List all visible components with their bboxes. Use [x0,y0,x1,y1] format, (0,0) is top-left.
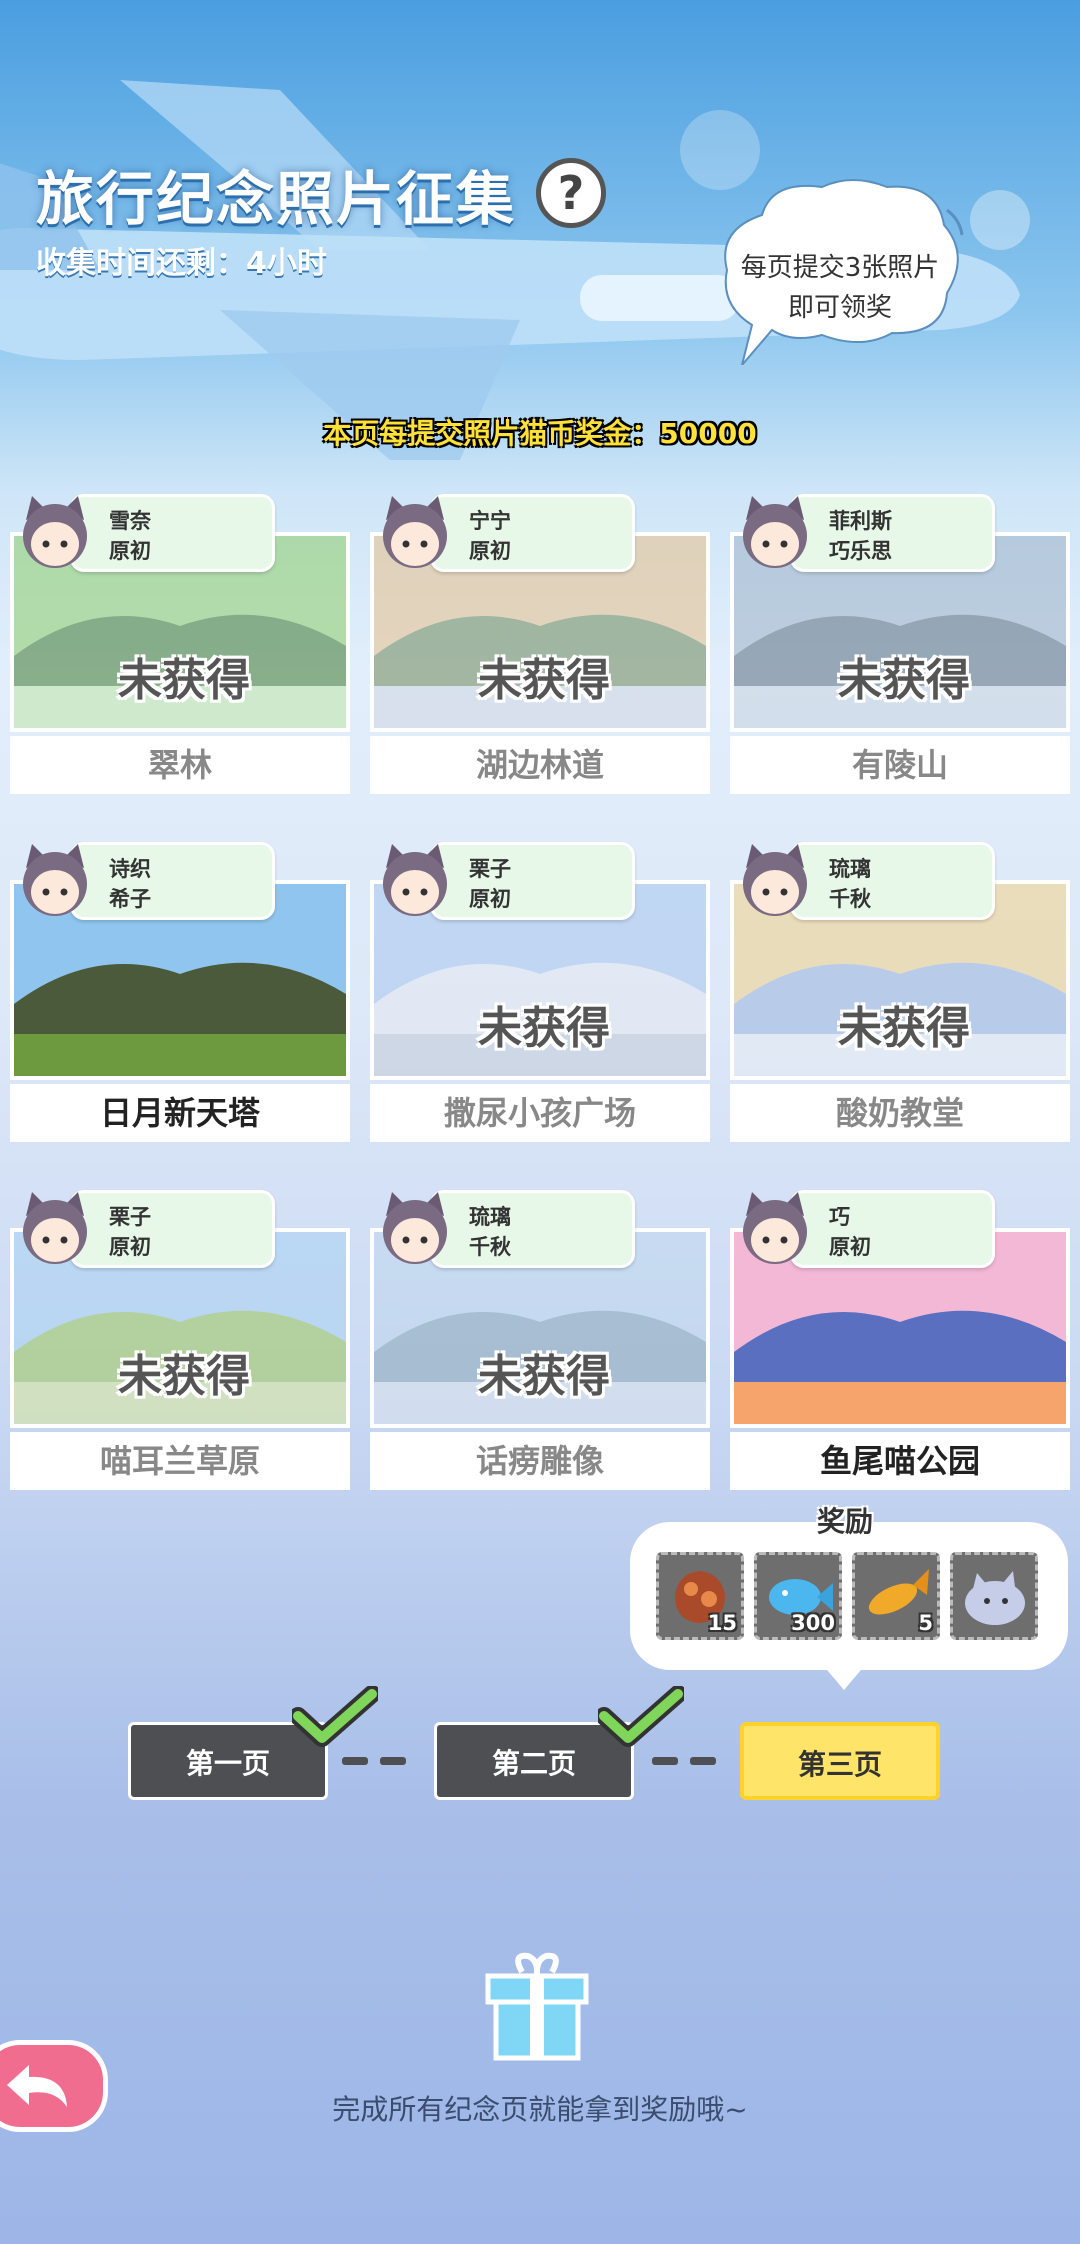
photo-card[interactable]: 未获得 环球 距离:400 酸奶教堂 琉璃 千秋 [730,842,1070,1142]
footer-hint: 完成所有纪念页就能拿到奖励哦~ [332,2093,748,2126]
page-connector [342,1757,368,1765]
character-name: 诗织 [109,857,151,881]
photo-card[interactable]: 未获得 华夏 距离:660 湖边林道 宁宁 原初 [370,494,710,794]
location-name: 有陵山 [730,736,1070,794]
character-subname: 千秋 [469,1235,511,1259]
page-connector [380,1757,406,1765]
character-tag: 栗子 原初 [70,1190,275,1268]
character-tag: 诗织 希子 [70,842,275,920]
character-avatar [23,1192,87,1264]
reward-count: 300 [791,1611,835,1635]
cat-plush-icon [965,1571,1025,1625]
location-name: 鱼尾喵公园 [730,1432,1070,1490]
character-name: 琉璃 [829,857,871,881]
reward-count: 5 [918,1611,933,1635]
character-avatar [23,844,87,916]
photo-card[interactable]: 未获得 华夏 距离:735 有陵山 菲利斯 巧乐思 [730,494,1070,794]
reward-count: 15 [707,1611,737,1635]
location-name: 湖边林道 [370,736,710,794]
character-subname: 原初 [469,887,511,911]
photo-card[interactable]: 未获得 环球 距离:500 喵耳兰草原 栗子 原初 [10,1190,350,1490]
time-remaining: 收集时间还剩：4小时 [36,246,327,281]
status-label: 未获得 [478,1003,610,1054]
check-icon [598,1686,684,1747]
character-avatar [383,1192,447,1264]
back-arrow-icon [7,2065,67,2107]
character-subname: 千秋 [829,887,871,911]
photo-card[interactable]: 未获得 环球 距离:600 话痨雕像 琉璃 千秋 [370,1190,710,1490]
character-name: 巧 [829,1205,850,1229]
location-name: 喵耳兰草原 [10,1432,350,1490]
character-tag: 琉璃 千秋 [790,842,995,920]
gift-icon[interactable] [482,1950,592,2062]
status-label: 未获得 [478,655,610,706]
character-subname: 巧乐思 [829,539,892,563]
character-name: 雪奈 [109,509,151,533]
character-tag: 巧 原初 [790,1190,995,1268]
status-label: 未获得 [838,655,970,706]
check-icon [292,1686,378,1747]
character-name: 栗子 [469,857,511,881]
character-tag: 琉璃 千秋 [430,1190,635,1268]
character-subname: 原初 [469,539,511,563]
page-connector [652,1757,678,1765]
photo-card[interactable]: 未获得 环球 距离:300 撒尿小孩广场 栗子 原初 [370,842,710,1142]
status-label: 未获得 [838,1003,970,1054]
help-icon[interactable]: ? [536,158,606,228]
photo-card[interactable]: 未获得 华夏 距离:600 翠林 雪奈 原初 [10,494,350,794]
character-avatar [743,496,807,568]
location-name: 酸奶教堂 [730,1084,1070,1142]
location-name: 翠林 [10,736,350,794]
status-label: 未获得 [118,1351,250,1402]
character-avatar [383,844,447,916]
bubble-line-2: 即可领奖 [787,293,892,323]
status-label: 未获得 [478,1351,610,1402]
status-label: 未获得 [118,655,250,706]
character-name: 菲利斯 [829,509,892,533]
character-subname: 原初 [109,1235,151,1259]
location-name: 日月新天塔 [10,1084,350,1142]
reward-slot-cat-plush[interactable] [950,1552,1038,1640]
character-name: 琉璃 [469,1205,511,1229]
bubble-line-1: 每页提交3张照片 [740,253,940,283]
character-tag: 栗子 原初 [430,842,635,920]
location-name: 撒尿小孩广场 [370,1084,710,1142]
character-avatar [743,844,807,916]
character-subname: 原初 [109,539,151,563]
character-tag: 菲利斯 巧乐思 [790,494,995,572]
photo-card[interactable]: 北方 距离:400 日月新天塔 诗织 希子 [10,842,350,1142]
reward-panel-tail [822,1664,866,1690]
character-tag: 雪奈 原初 [70,494,275,572]
reward-slot-cookie-bag[interactable]: 15 [656,1552,744,1640]
character-avatar [383,496,447,568]
character-name: 宁宁 [469,509,511,533]
back-button[interactable] [0,2040,108,2132]
bubble-text: 每页提交3张照片 即可领奖 [712,248,968,328]
character-subname: 希子 [109,887,151,911]
page-connector [690,1757,716,1765]
character-avatar [23,496,87,568]
character-subname: 原初 [829,1235,871,1259]
character-avatar [743,1192,807,1264]
character-tag: 宁宁 原初 [430,494,635,572]
character-name: 栗子 [109,1205,151,1229]
page-title: 旅行纪念照片征集 [36,165,517,233]
location-name: 话痨雕像 [370,1432,710,1490]
page-reward-text: 本页每提交照片猫币奖金：50000 [323,417,757,450]
reward-slot-golden-fish[interactable]: 5 [852,1552,940,1640]
photo-card[interactable]: 东方 距离:600 鱼尾喵公园 巧 原初 [730,1190,1070,1490]
reward-slot-blue-fish[interactable]: 300 [754,1552,842,1640]
reward-title: 奖励 [816,1505,873,1538]
page-3-button[interactable]: 第三页 [740,1722,940,1800]
